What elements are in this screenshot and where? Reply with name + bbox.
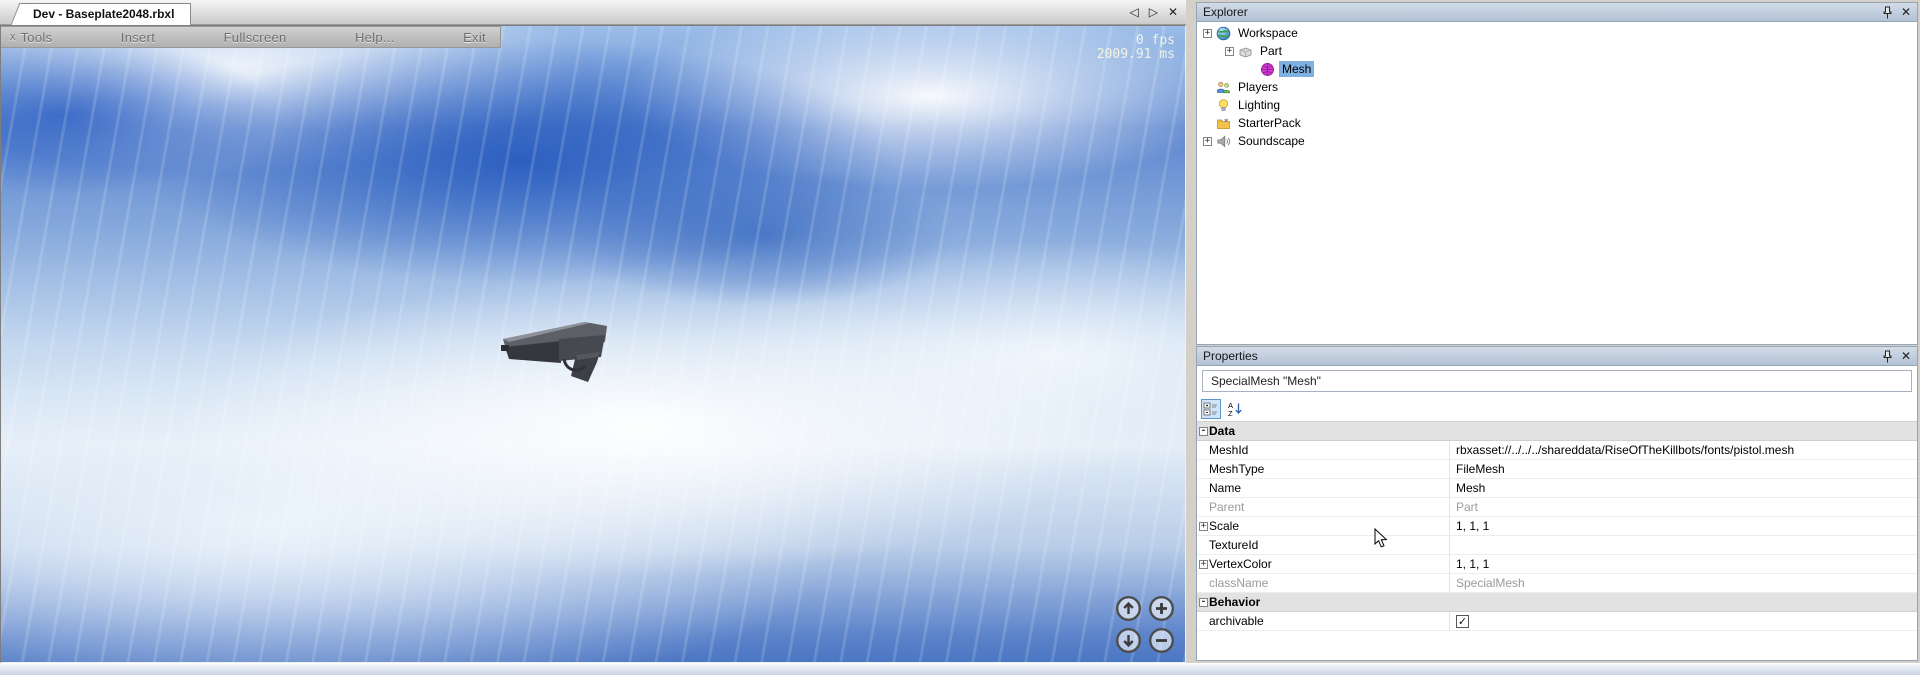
properties-panel: Properties ✕ SpecialMesh "Mesh" A	[1196, 346, 1918, 661]
tree-item-workspace[interactable]: + Workspace	[1197, 24, 1917, 42]
tree-item-part[interactable]: + Part	[1197, 42, 1917, 60]
performance-overlay: 0 fps 2009.91 ms	[1097, 34, 1175, 62]
section-row-behavior[interactable]: - Behavior	[1197, 593, 1917, 612]
property-label: Parent	[1208, 500, 1449, 514]
menu-item-tools[interactable]: Tools	[21, 30, 53, 45]
explorer-panel: Explorer ✕ + Workspace + Part Mesh Playe…	[1196, 2, 1918, 345]
property-value[interactable]: SpecialMesh	[1449, 574, 1917, 592]
menu-item-fullscreen[interactable]: Fullscreen	[224, 30, 287, 45]
part-icon	[1238, 44, 1253, 59]
tab-bar: Dev - Baseplate2048.rbxl ◁ ▷ ✕	[0, 0, 1186, 25]
svg-text:Z: Z	[1228, 409, 1233, 417]
tab-prev-icon[interactable]: ◁	[1129, 5, 1138, 19]
tab-close-icon[interactable]: ✕	[1168, 5, 1178, 19]
players-icon	[1216, 80, 1231, 95]
close-icon[interactable]: ✕	[1901, 7, 1911, 17]
properties-toolbar: A Z	[1197, 396, 1917, 422]
properties-grid: - Data MeshId rbxasset://../../../shared…	[1197, 422, 1917, 631]
lighting-icon	[1216, 98, 1231, 113]
expand-toggle-icon[interactable]: +	[1199, 560, 1208, 569]
starterpack-icon	[1216, 116, 1231, 131]
property-row-scale[interactable]: + Scale 1, 1, 1	[1197, 517, 1917, 536]
tilt-down-button[interactable]	[1115, 627, 1142, 654]
properties-header: Properties ✕	[1196, 346, 1918, 366]
soundscape-icon	[1216, 134, 1231, 149]
explorer-tree: + Workspace + Part Mesh Players Lighting…	[1196, 22, 1918, 345]
tilt-up-button[interactable]	[1115, 595, 1142, 622]
property-value[interactable]: Part	[1449, 498, 1917, 516]
property-row-meshid[interactable]: MeshId rbxasset://../../../shareddata/Ri…	[1197, 441, 1917, 460]
tree-item-starterpack[interactable]: StarterPack	[1197, 114, 1917, 132]
camera-controls	[1115, 595, 1175, 654]
studio-window: Dev - Baseplate2048.rbxl ◁ ▷ ✕ x Tools	[0, 0, 1186, 663]
close-icon[interactable]: ✕	[1901, 351, 1911, 361]
dock-splitter[interactable]	[1186, 0, 1196, 663]
zoom-in-button[interactable]	[1148, 595, 1175, 622]
categorized-view-button[interactable]	[1201, 399, 1221, 419]
tree-item-players[interactable]: Players	[1197, 78, 1917, 96]
status-strip	[0, 663, 1920, 675]
expand-toggle-icon[interactable]: +	[1203, 137, 1212, 146]
property-value[interactable]: 1, 1, 1	[1449, 517, 1917, 535]
expand-toggle-icon[interactable]: -	[1199, 427, 1208, 436]
expand-toggle-icon[interactable]: -	[1199, 598, 1208, 607]
tree-item-lighting[interactable]: Lighting	[1197, 96, 1917, 114]
property-label: Name	[1208, 481, 1449, 495]
property-row-vertexcolor[interactable]: + VertexColor 1, 1, 1	[1197, 555, 1917, 574]
property-label: MeshId	[1208, 443, 1449, 457]
frame-time: 2009.91 ms	[1097, 48, 1175, 62]
property-row-name[interactable]: Name Mesh	[1197, 479, 1917, 498]
explorer-header: Explorer ✕	[1196, 2, 1918, 22]
property-value[interactable]	[1449, 536, 1917, 554]
fps-counter: 0 fps	[1097, 34, 1175, 48]
expand-toggle-icon[interactable]: +	[1203, 29, 1212, 38]
dock-panel: Explorer ✕ + Workspace + Part Mesh Playe…	[1196, 0, 1920, 663]
property-row-parent[interactable]: Parent Part	[1197, 498, 1917, 517]
property-value[interactable]: 1, 1, 1	[1449, 555, 1917, 573]
property-label: Data	[1208, 424, 1449, 438]
property-label: MeshType	[1208, 462, 1449, 476]
zoom-out-button[interactable]	[1148, 627, 1175, 654]
property-label: archivable	[1208, 614, 1449, 628]
property-value[interactable]: Mesh	[1449, 479, 1917, 497]
property-label: VertexColor	[1208, 557, 1449, 571]
menu-item-insert[interactable]: Insert	[121, 30, 155, 45]
properties-title: Properties	[1203, 349, 1258, 363]
viewport[interactable]: x Tools Insert Fullscreen Help... Exit 0…	[0, 25, 1186, 663]
property-row-classname[interactable]: className SpecialMesh	[1197, 574, 1917, 593]
pin-icon[interactable]	[1883, 350, 1892, 363]
menu-item-help[interactable]: Help...	[355, 30, 395, 45]
property-value[interactable]	[1449, 612, 1917, 630]
property-label: Behavior	[1208, 595, 1449, 609]
tab-dev-baseplate[interactable]: Dev - Baseplate2048.rbxl	[22, 3, 191, 25]
pistol-mesh	[499, 312, 619, 386]
pin-icon[interactable]	[1883, 6, 1892, 19]
property-label: className	[1208, 576, 1449, 590]
property-value[interactable]: rbxasset://../../../shareddata/RiseOfThe…	[1449, 441, 1917, 459]
checkbox-archivable[interactable]	[1456, 615, 1469, 628]
section-row-data[interactable]: - Data	[1197, 422, 1917, 441]
property-label: TextureId	[1208, 538, 1449, 552]
explorer-title: Explorer	[1203, 5, 1248, 19]
menu-close-glyph: x	[10, 31, 16, 43]
tree-item-soundscape[interactable]: + Soundscape	[1197, 132, 1917, 150]
selected-object-dropdown[interactable]: SpecialMesh "Mesh"	[1202, 370, 1912, 392]
tab-next-icon[interactable]: ▷	[1149, 5, 1158, 19]
expand-toggle-icon[interactable]: +	[1225, 47, 1234, 56]
property-row-meshtype[interactable]: MeshType FileMesh	[1197, 460, 1917, 479]
mesh-icon	[1260, 62, 1275, 77]
property-row-textureid[interactable]: TextureId	[1197, 536, 1917, 555]
menu-item-exit[interactable]: Exit	[463, 30, 486, 45]
expand-toggle-icon[interactable]: +	[1199, 522, 1208, 531]
tree-item-mesh[interactable]: Mesh	[1197, 60, 1917, 78]
property-value	[1449, 422, 1917, 440]
alphabetical-sort-button[interactable]: A Z	[1225, 399, 1245, 419]
workspace-icon	[1216, 26, 1231, 41]
property-value[interactable]: FileMesh	[1449, 460, 1917, 478]
property-label: Scale	[1208, 519, 1449, 533]
tab-title: Dev - Baseplate2048.rbxl	[33, 7, 174, 21]
property-row-archivable[interactable]: archivable	[1197, 612, 1917, 631]
property-value	[1449, 593, 1917, 611]
menu-bar: x Tools Insert Fullscreen Help... Exit	[1, 26, 501, 48]
